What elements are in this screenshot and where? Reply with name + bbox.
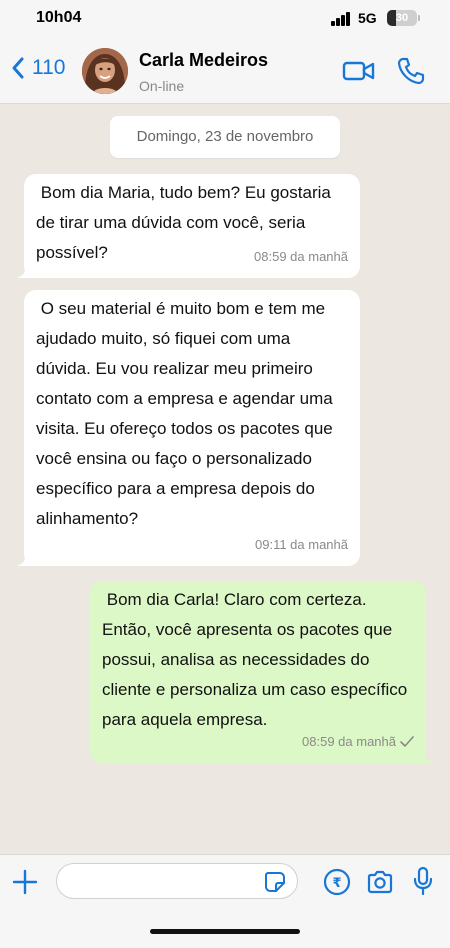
battery-level: 30 bbox=[395, 12, 409, 24]
plus-icon[interactable] bbox=[12, 869, 38, 895]
top-bar: 10h04 5G 30 110 Carla Medeiros On-line bbox=[0, 0, 450, 104]
message-text: Bom dia Carla! Claro com certeza. Então,… bbox=[102, 590, 412, 729]
chevron-left-icon bbox=[12, 57, 24, 79]
payment-icon[interactable]: ₹ bbox=[323, 868, 351, 896]
message-time-label: 08:59 da manhã bbox=[302, 734, 396, 749]
message-input[interactable] bbox=[56, 863, 298, 899]
message-text: O seu material é muito bom e tem me ajud… bbox=[36, 299, 338, 528]
message-time: 08:59 da manhã bbox=[302, 727, 414, 757]
message-bubble-incoming[interactable]: O seu material é muito bom e tem me ajud… bbox=[17, 290, 360, 566]
status-time: 10h04 bbox=[36, 9, 82, 26]
back-button[interactable]: 110 bbox=[10, 56, 65, 80]
network-label: 5G bbox=[358, 10, 377, 26]
message-time: 09:11 da manhã bbox=[255, 530, 348, 560]
chat-area[interactable]: Domingo, 23 de novembro Bom dia Maria, t… bbox=[0, 104, 450, 854]
bubble-tail bbox=[17, 552, 33, 566]
message-time: 08:59 da manhã bbox=[254, 242, 348, 272]
bubble-tail bbox=[17, 264, 33, 278]
message-bubble-incoming[interactable]: Bom dia Maria, tudo bem? Eu gostaria de … bbox=[17, 174, 360, 278]
contact-photo-icon bbox=[82, 48, 128, 94]
sticker-icon[interactable] bbox=[264, 871, 286, 893]
message-bubble-outgoing[interactable]: Bom dia Carla! Claro com certeza. Então,… bbox=[90, 581, 433, 763]
message-time-label: 08:59 da manhã bbox=[254, 249, 348, 264]
single-check-icon bbox=[400, 736, 414, 747]
microphone-icon[interactable] bbox=[412, 866, 434, 896]
unread-count: 110 bbox=[32, 56, 66, 79]
video-call-icon[interactable] bbox=[342, 58, 376, 84]
status-bar: 10h04 5G 30 bbox=[0, 0, 450, 38]
svg-text:₹: ₹ bbox=[332, 876, 341, 891]
date-separator: Domingo, 23 de novembro bbox=[110, 116, 340, 158]
phone-icon[interactable] bbox=[396, 56, 426, 86]
avatar[interactable] bbox=[82, 48, 128, 94]
battery-tip bbox=[418, 15, 420, 21]
home-indicator[interactable] bbox=[150, 929, 300, 934]
chat-header: 110 Carla Medeiros On-line bbox=[0, 38, 450, 104]
bubble-tail bbox=[417, 749, 433, 763]
battery-icon: 30 bbox=[387, 10, 417, 26]
camera-icon[interactable] bbox=[366, 868, 394, 896]
contact-status: On-line bbox=[139, 78, 185, 94]
signal-icon bbox=[331, 12, 351, 26]
message-time-label: 09:11 da manhã bbox=[255, 537, 348, 552]
contact-name[interactable]: Carla Medeiros bbox=[139, 50, 268, 71]
composer-bar: ₹ bbox=[0, 854, 450, 948]
